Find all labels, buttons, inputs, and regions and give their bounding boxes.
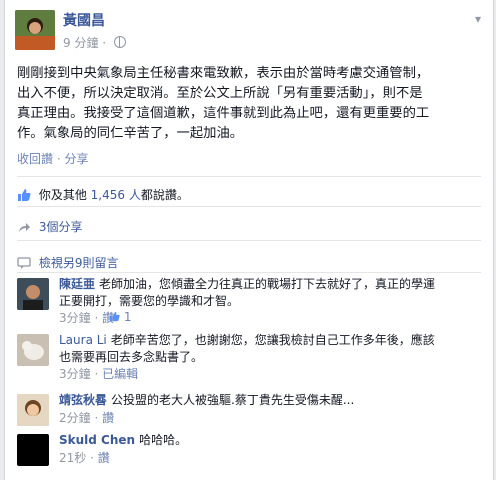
- comment-body: Laura Li 老師辛苦您了，也謝謝您，您讓我檢討自己工作多年後，應該 也需要再…: [59, 332, 479, 366]
- dot: ·: [94, 311, 99, 325]
- likes-count[interactable]: 1,456 人: [91, 188, 141, 202]
- commenter-avatar[interactable]: [17, 394, 49, 426]
- comment-body: 陳廷亜 老師加油，您傾盡全力往真正的戰場打下去就好了，真正的學運 正要開打，需要您…: [59, 276, 479, 310]
- comment-time[interactable]: 3分鐘: [59, 311, 91, 325]
- commenter-name[interactable]: Laura Li: [59, 333, 107, 347]
- comment-text-cont: 也需要再回去多念點書了。: [59, 350, 204, 364]
- thumbs-up-icon: [109, 311, 120, 322]
- comment-bubble-icon: [17, 257, 31, 269]
- comment-like-count[interactable]: 1: [124, 310, 132, 324]
- post-card: 黃國昌 9 分鐘 · ▾ 剛剛接到中央氣象局主任秘書來電致歉，表示由於當時考慮交…: [4, 0, 494, 480]
- post-actions: 收回讚 · 分享: [17, 150, 89, 167]
- dot: ·: [90, 451, 94, 465]
- author-photo: [15, 10, 55, 50]
- likes-you-others[interactable]: 你及其他: [39, 188, 87, 202]
- dot: ·: [102, 36, 107, 50]
- post-line: 剛剛接到中央氣象局主任秘書來電致歉，表示由於當時考慮交通管制，: [17, 66, 430, 81]
- post-meta: 9 分鐘 ·: [63, 34, 126, 51]
- likes-row: 你及其他 1,456 人都說讚。: [17, 186, 189, 203]
- comment-text: 哈哈哈。: [139, 433, 188, 447]
- share-arrow-icon: [19, 223, 30, 232]
- author-avatar[interactable]: [15, 10, 55, 50]
- divider: [17, 240, 481, 241]
- comment-time[interactable]: 3分鐘: [59, 367, 91, 381]
- comment-like-count-row: 1: [109, 310, 131, 324]
- comment-body: Skuld Chen 哈哈哈。: [59, 432, 479, 449]
- comment-time[interactable]: 21秒: [59, 451, 86, 465]
- shares-count[interactable]: 3個分享: [39, 220, 83, 234]
- commenter-name[interactable]: Skuld Chen: [59, 433, 135, 447]
- commenter-avatar[interactable]: [17, 434, 49, 466]
- dot: ·: [94, 367, 99, 381]
- comment-like-link[interactable]: 讚: [102, 411, 114, 425]
- commenter-photo: [17, 394, 49, 426]
- commenter-avatar[interactable]: [17, 278, 49, 310]
- comment-body: 靖弦秋晷 公投盟的老大人被強驅.蔡丁貴先生受傷未醒...: [59, 392, 479, 409]
- dot: ·: [94, 411, 99, 425]
- commenter-photo: [17, 278, 49, 310]
- share-link[interactable]: 分享: [65, 152, 89, 166]
- globe-icon: [113, 36, 126, 48]
- comment-like-link[interactable]: 讚: [98, 451, 110, 465]
- unlike-link[interactable]: 收回讚: [17, 152, 53, 166]
- commenter-avatar[interactable]: [17, 334, 49, 366]
- commenter-name[interactable]: 陳廷亜: [59, 277, 95, 291]
- comment-edited-link[interactable]: 已編輯: [102, 367, 138, 381]
- post-line: 真正理由。我接受了這個道歉，這件事就到此為止吧，還有更重要的工: [17, 106, 430, 121]
- dot: ·: [56, 152, 61, 166]
- comment-text-cont: 正要開打，需要您的學識和才智。: [59, 294, 240, 308]
- divider: [17, 206, 481, 207]
- post-line: 作。氣象局的同仁辛苦了，一起加油。: [17, 126, 244, 141]
- likes-suffix: 都說讚。: [140, 188, 189, 202]
- chevron-down-icon[interactable]: ▾: [475, 12, 481, 26]
- comment-text: 公投盟的老大人被強驅.蔡丁貴先生受傷未醒...: [111, 393, 355, 407]
- comment-text: 老師加油，您傾盡全力往真正的戰場打下去就好了，真正的學運: [99, 277, 436, 291]
- post-time[interactable]: 9 分鐘: [63, 36, 98, 50]
- divider: [17, 272, 481, 273]
- view-more-comments[interactable]: 檢視另9則留言: [17, 254, 118, 271]
- shares-row: 3個分享: [17, 218, 82, 235]
- commenter-name[interactable]: 靖弦秋晷: [59, 393, 107, 407]
- comment-text: 老師辛苦您了，也謝謝您，您讓我檢討自己工作多年後，應該: [110, 333, 435, 347]
- commenter-photo: [17, 334, 49, 366]
- divider: [17, 176, 481, 177]
- post-text: 剛剛接到中央氣象局主任秘書來電致歉，表示由於當時考慮交通管制， 出入不便，所以決…: [17, 64, 481, 144]
- comment-time[interactable]: 2分鐘: [59, 411, 91, 425]
- view-more-label[interactable]: 檢視另9則留言: [39, 256, 119, 270]
- thumbs-up-icon: [18, 189, 31, 201]
- post-author-name[interactable]: 黃國昌: [63, 10, 105, 30]
- post-line: 出入不便，所以決定取消。至於公文上所說「另有重要活動」，則不是: [17, 86, 423, 101]
